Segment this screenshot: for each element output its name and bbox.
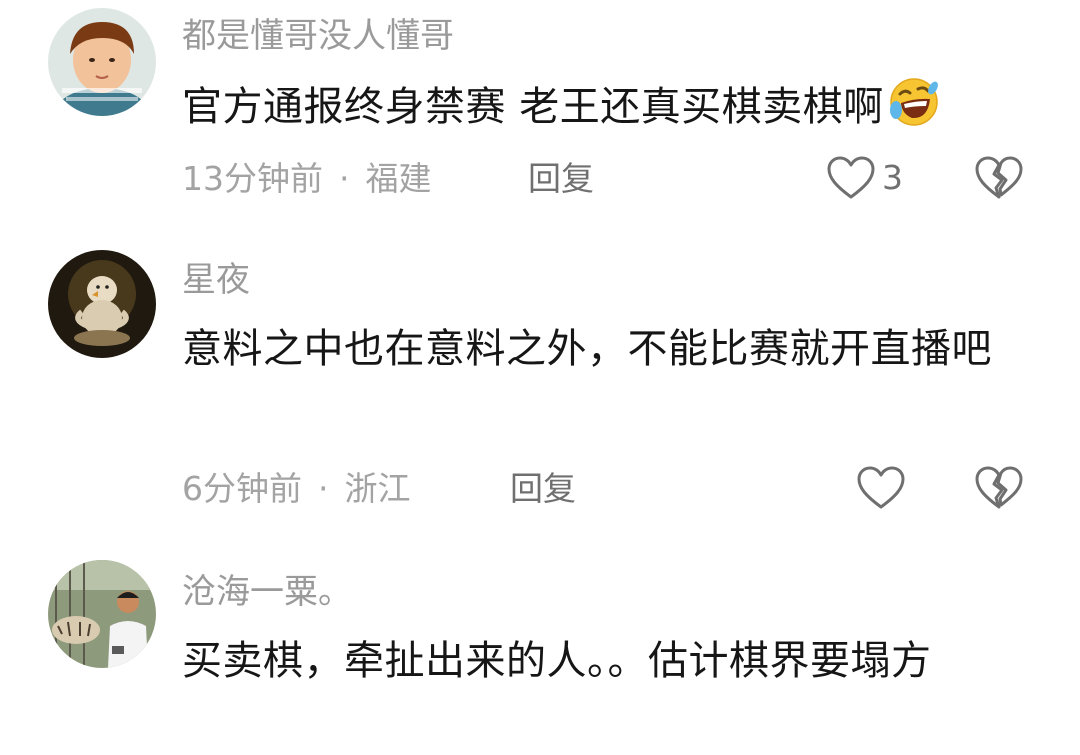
heart-outline-icon — [857, 466, 905, 509]
comment-content: 意料之中也在意料之外，不能比赛就开直播吧 — [182, 326, 992, 372]
comment-meta: 6分钟前 · 浙江 — [182, 469, 411, 509]
comment-username[interactable]: 沧海一粟。 — [182, 572, 352, 612]
avatar[interactable] — [48, 8, 156, 116]
dislike-button[interactable] — [974, 155, 1024, 205]
comment-content: 官方通报终身禁赛 老王还真买棋卖棋啊 — [182, 74, 1032, 148]
dislike-button[interactable] — [974, 465, 1024, 515]
comment-username[interactable]: 都是懂哥没人懂哥 — [182, 16, 454, 56]
comment-text: 官方通报终身禁赛 老王还真买棋卖棋啊 — [182, 84, 884, 130]
comment-location: 福建 — [365, 159, 432, 198]
reply-button[interactable]: 回复 — [528, 159, 594, 199]
rolling-laughing-emoji-icon — [888, 76, 940, 148]
like-button[interactable]: 3 — [826, 155, 903, 201]
man-with-tiger-avatar-icon — [48, 560, 156, 668]
comment-meta: 13分钟前 · 福建 — [182, 159, 432, 199]
avatar[interactable] — [48, 560, 156, 668]
avatar[interactable] — [48, 250, 156, 358]
comment-time: 13分钟前 — [182, 159, 323, 198]
comment-content: 买卖棋，牵扯出来的人。。估计棋界要塌方 — [182, 638, 932, 684]
broken-heart-icon — [975, 466, 1023, 509]
heart-outline-icon — [827, 156, 875, 199]
comment-time: 6分钟前 — [182, 469, 302, 508]
reply-button[interactable]: 回复 — [510, 469, 576, 509]
meta-separator: · — [318, 469, 329, 508]
cartoon-boy-avatar-icon — [48, 8, 156, 116]
comment-username[interactable]: 星夜 — [182, 260, 250, 300]
meta-separator: · — [339, 159, 350, 198]
like-button[interactable] — [856, 465, 906, 511]
like-count: 3 — [882, 158, 903, 197]
comment-location: 浙江 — [344, 469, 411, 508]
broken-heart-icon — [975, 156, 1023, 199]
meditating-chick-avatar-icon — [48, 250, 156, 358]
